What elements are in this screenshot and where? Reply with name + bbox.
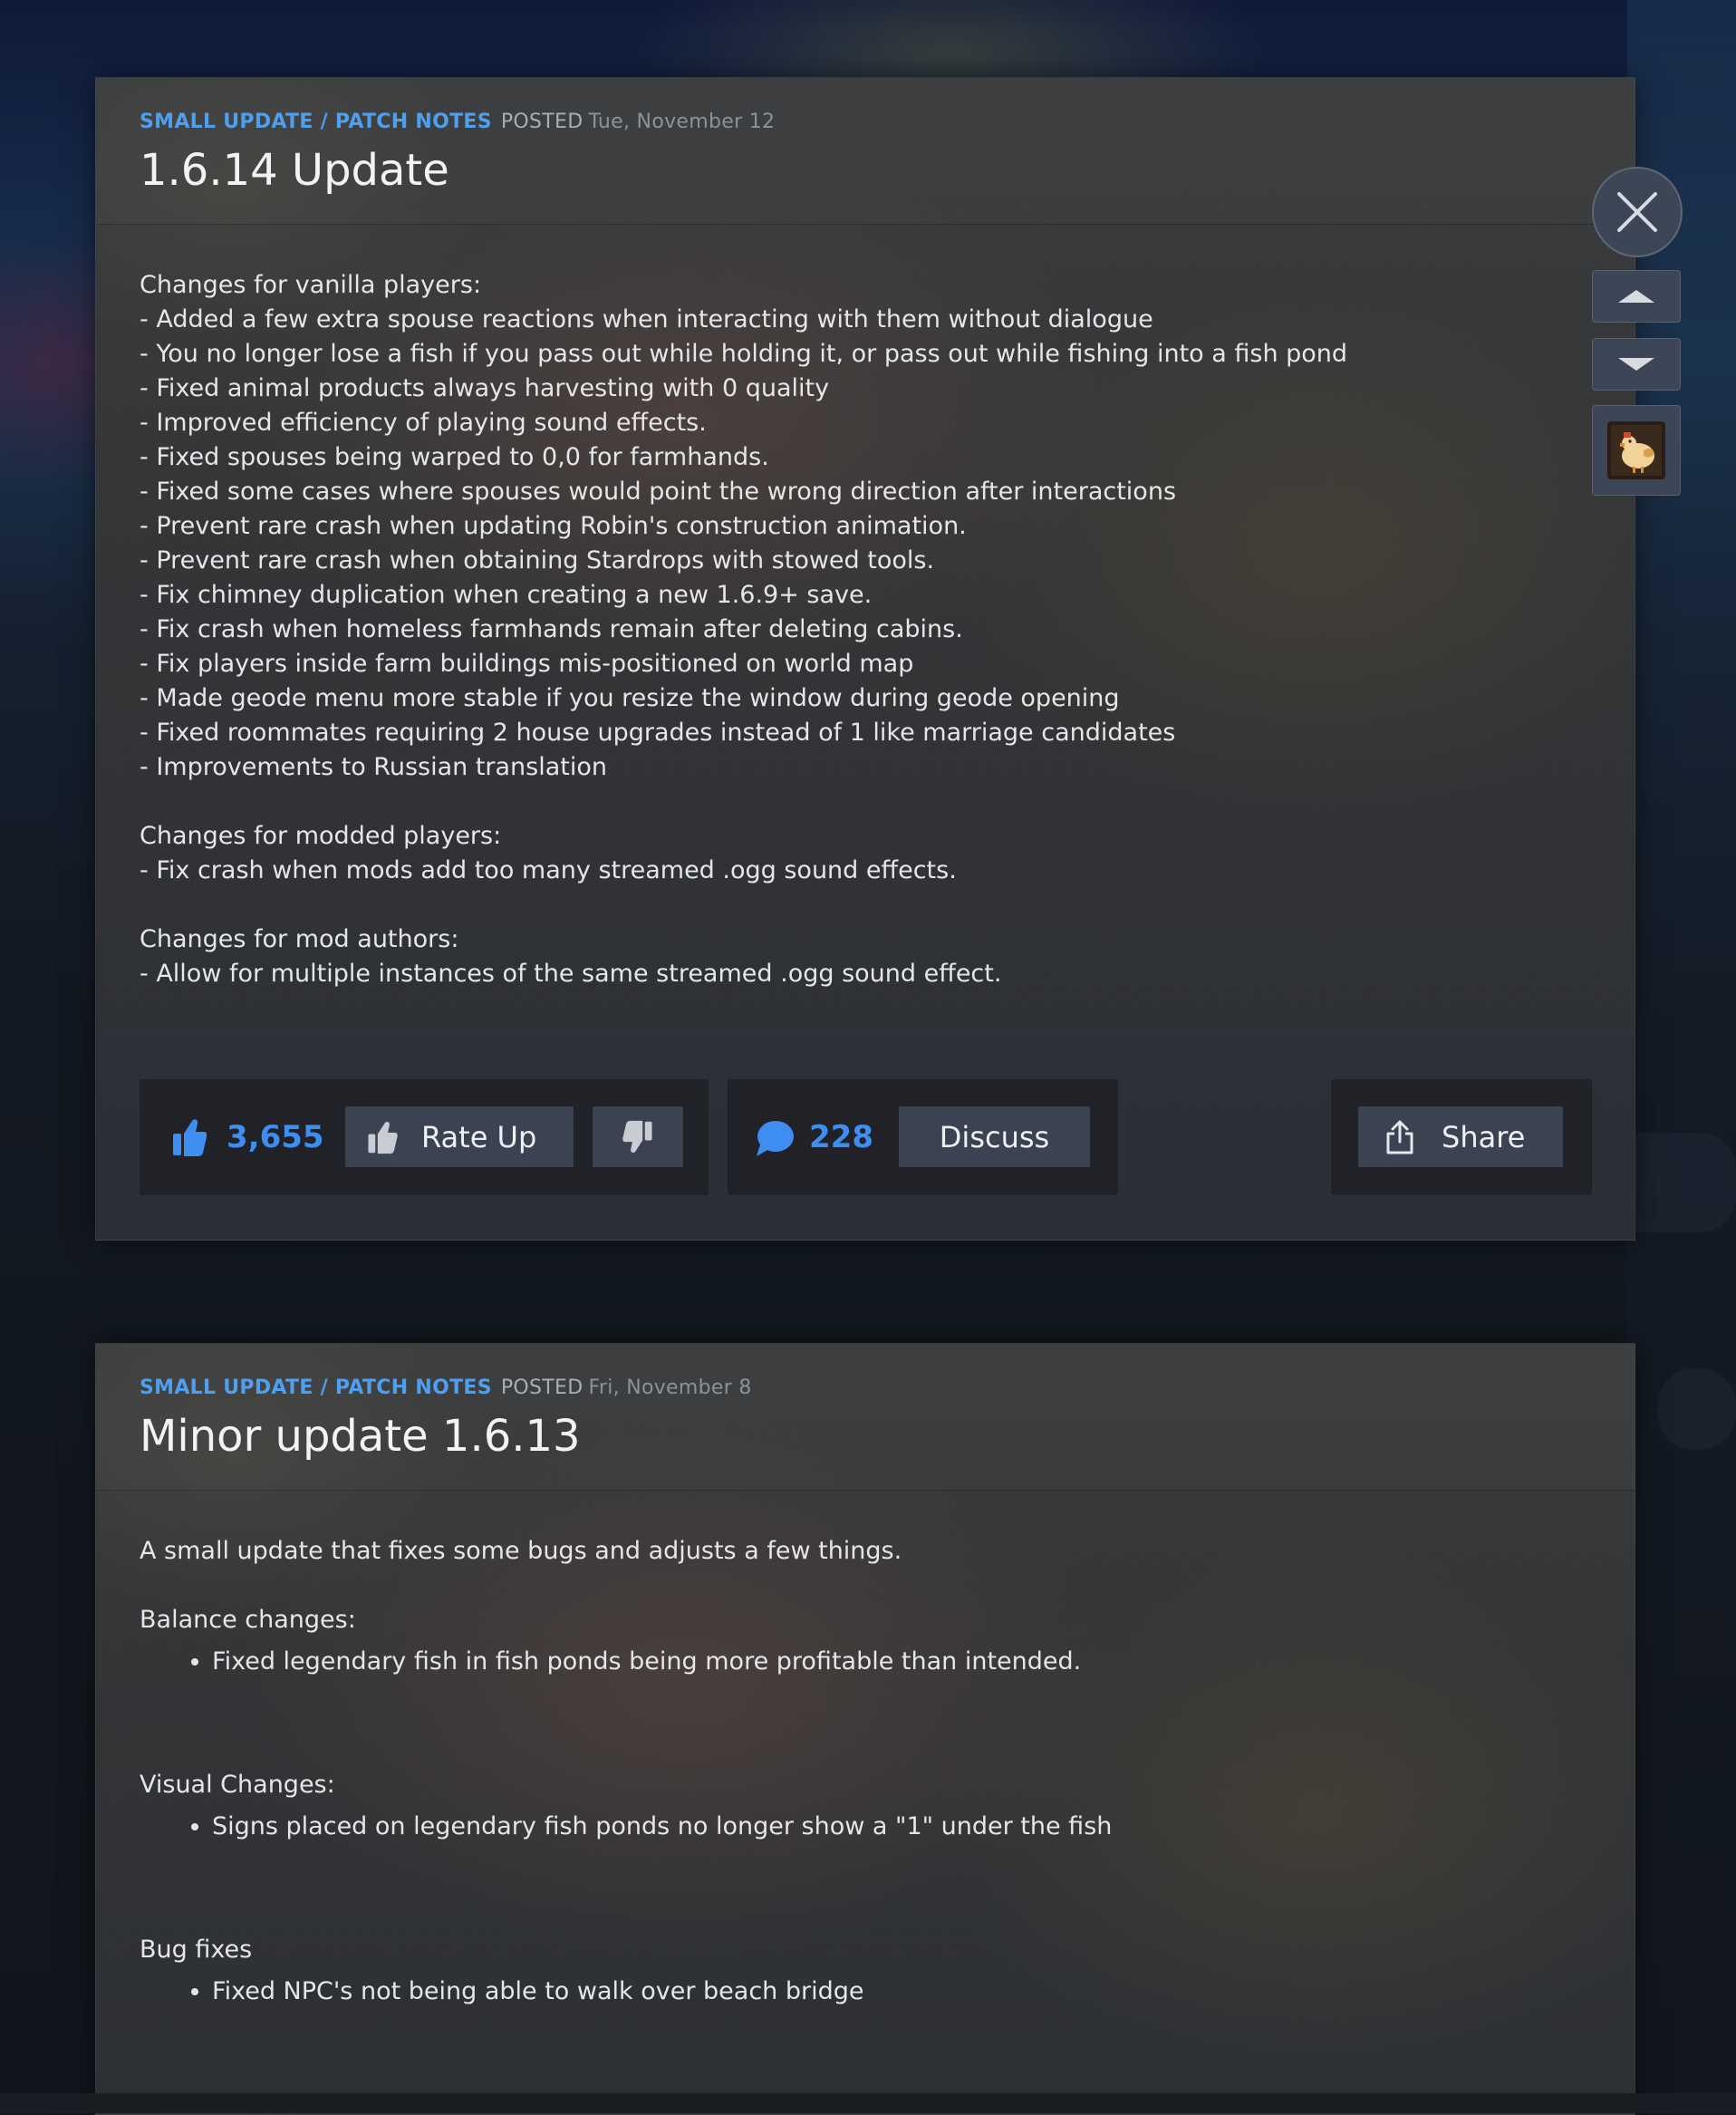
intro-text: A small update that fixes some bugs and … — [140, 1537, 902, 1565]
share-button[interactable]: Share — [1358, 1106, 1563, 1167]
posted-label: POSTED — [500, 111, 583, 133]
event-card-1: SMALL UPDATE / PATCH NOTES POSTED Tue, Nov… — [95, 77, 1635, 1241]
section-heading: Bug fixes — [140, 1936, 253, 1964]
rating-panel: 3,655 Rate Up — [140, 1079, 709, 1195]
body-line: - Fix players inside farm buildings mis-… — [140, 650, 914, 678]
list-item: Signs placed on legendary fish ponds no … — [212, 1810, 1591, 1844]
body-line: - Added a few extra spouse reactions whe… — [140, 305, 1153, 333]
discuss-label: Discuss — [939, 1119, 1050, 1154]
list-item: Fixed legendary fish in fish ponds being… — [212, 1645, 1591, 1679]
posted-date: Tue, November 12 — [588, 111, 776, 133]
share-icon — [1385, 1120, 1414, 1154]
event-title: 1.6.14 Update — [140, 145, 449, 196]
body-line: - Prevent rare crash when updating Robin… — [140, 512, 967, 540]
section-heading: Changes for modded players: — [140, 822, 502, 850]
rating-count: 3,655 — [227, 1119, 324, 1155]
event-body: Changes for vanilla players: - Added a f… — [96, 225, 1635, 991]
rate-down-button[interactable] — [593, 1106, 683, 1167]
section-heading: Changes for mod authors: — [140, 925, 459, 953]
event-meta: SMALL UPDATE / PATCH NOTES POSTED Fri, Nov… — [140, 1344, 1635, 1407]
blurred-background-shape — [1658, 1368, 1736, 1450]
chevron-down-icon — [1616, 356, 1656, 372]
body-line: - Fixed some cases where spouses would p… — [140, 478, 1177, 506]
share-panel: Share — [1331, 1079, 1592, 1195]
previous-event-button[interactable] — [1592, 270, 1681, 323]
event-header: SMALL UPDATE / PATCH NOTES POSTED Fri, Nov… — [96, 1344, 1635, 1491]
close-button[interactable] — [1592, 167, 1683, 257]
posted-date: Fri, November 8 — [588, 1376, 752, 1399]
comment-icon — [755, 1119, 795, 1161]
next-event-button[interactable] — [1592, 338, 1681, 391]
body-line: - Fixed spouses being warped to 0,0 for … — [140, 443, 769, 471]
event-type-label[interactable]: SMALL UPDATE / PATCH NOTES — [140, 111, 492, 133]
body-line: - Fix crash when homeless farmhands rema… — [140, 615, 963, 643]
discuss-button[interactable]: Discuss — [899, 1106, 1090, 1167]
chevron-up-icon — [1616, 288, 1656, 304]
thumbs-up-icon — [367, 1120, 398, 1154]
event-header: SMALL UPDATE / PATCH NOTES POSTED Tue, Nov… — [96, 78, 1635, 225]
event-title: Minor update 1.6.13 — [140, 1411, 581, 1462]
bullet-list: Signs placed on legendary fish ponds no … — [140, 1810, 1591, 1844]
body-line: - Improvements to Russian translation — [140, 753, 608, 781]
body-line: - Fixed animal products always harvestin… — [140, 374, 830, 402]
bottom-bar — [0, 2093, 1736, 2113]
section-heading: Changes for vanilla players: — [140, 271, 482, 299]
share-label: Share — [1442, 1119, 1526, 1154]
body-line: - You no longer lose a fish if you pass … — [140, 340, 1348, 368]
event-card-2: SMALL UPDATE / PATCH NOTES POSTED Fri, Nov… — [95, 1343, 1635, 2115]
body-line: - Fixed roommates requiring 2 house upgr… — [140, 719, 1176, 747]
bullet-list: Fixed NPC's not being able to walk over … — [140, 1975, 1591, 2009]
section-heading: Visual Changes: — [140, 1771, 335, 1799]
body-line: - Fix crash when mods add too many strea… — [140, 856, 957, 884]
body-line: - Prevent rare crash when obtaining Star… — [140, 546, 935, 575]
discuss-panel: 228 Discuss — [728, 1079, 1118, 1195]
body-line: - Fix chimney duplication when creating … — [140, 581, 873, 609]
event-footer: 3,655 Rate Up 228 Discuss Share — [96, 1035, 1635, 1240]
comment-count: 228 — [809, 1119, 873, 1155]
game-button[interactable] — [1592, 405, 1681, 496]
list-item: Fixed NPC's not being able to walk over … — [212, 1975, 1591, 2009]
body-line: - Made geode menu more stable if you res… — [140, 684, 1120, 712]
posted-label: POSTED — [500, 1376, 583, 1399]
body-line: - Improved efficiency of playing sound e… — [140, 409, 707, 437]
rate-up-button[interactable]: Rate Up — [345, 1106, 574, 1167]
body-line: - Allow for multiple instances of the sa… — [140, 960, 1002, 988]
thumbs-down-icon — [622, 1120, 653, 1154]
section-heading: Balance changes: — [140, 1606, 356, 1634]
thumbs-up-icon — [172, 1117, 207, 1161]
bullet-list: Fixed legendary fish in fish ponds being… — [140, 1645, 1591, 1679]
game-icon — [1607, 421, 1665, 479]
close-icon — [1615, 190, 1659, 234]
event-body: A small update that fixes some bugs and … — [96, 1491, 1635, 2009]
event-meta: SMALL UPDATE / PATCH NOTES POSTED Tue, Nov… — [140, 78, 1635, 141]
event-type-label[interactable]: SMALL UPDATE / PATCH NOTES — [140, 1376, 492, 1399]
rate-up-label: Rate Up — [421, 1119, 537, 1154]
